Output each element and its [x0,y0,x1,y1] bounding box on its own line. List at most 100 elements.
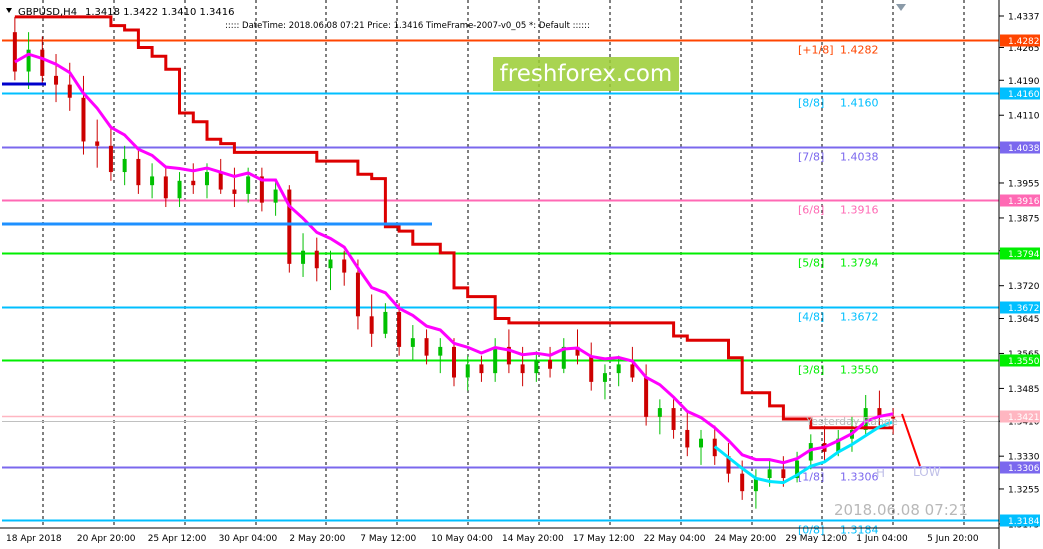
candle-body [12,32,17,72]
ohlc-label: 1.3418 1.3422 1.3410 1.3416 [85,7,235,18]
candle-body [81,97,86,142]
candle-body [122,158,127,173]
price-tick-label: 1.3645 [1008,315,1040,325]
time-tick-label: 30 Apr 04:00 [219,534,278,544]
time-tick-label: 17 May 12:00 [573,534,635,544]
current-price-label: 1.3421 [1008,413,1040,423]
candle-body [54,75,59,85]
murrey-level-value: 1.4038 [840,151,879,164]
price-axis-level-label: 1.3184 [1008,517,1040,527]
info-label: ::::: DateTime: 2018.06.08 07:21 Price: … [225,21,590,31]
candle-body [273,189,278,203]
candle-body [520,364,525,374]
price-tick-label: 1.3875 [1008,214,1040,224]
time-tick-label: 25 Apr 12:00 [148,534,207,544]
price-axis-level-label: 1.4160 [1008,90,1040,100]
price-axis-level-label: 1.3306 [1008,464,1040,474]
candle-body [342,259,347,273]
candle-body [246,176,251,194]
time-tick-label: 7 May 12:00 [360,534,416,544]
candle-body [314,250,319,269]
murrey-level-label: [3/8] [798,364,824,377]
murrey-level-label: [5/8] [798,257,824,270]
time-tick-label: 20 Apr 20:00 [77,534,136,544]
price-axis-level-label: 1.3916 [1008,197,1040,207]
candle-body [602,373,607,382]
candle-body [369,316,374,334]
candle-body [163,176,168,199]
candle-body [424,338,429,356]
price-tick-label: 1.4110 [1008,112,1040,122]
price-axis-level-label: 1.3672 [1008,304,1040,314]
time-tick-label: 2 May 20:00 [289,534,345,544]
murrey-level-value: 1.3916 [840,204,879,217]
high-ghost-label: H [876,466,885,480]
candle-body [67,84,72,98]
candle-body [136,158,141,186]
candle-body [397,311,402,347]
time-tick-label: 14 May 20:00 [502,534,564,544]
price-tick-label: 1.3255 [1008,485,1040,495]
candle-body [671,408,676,430]
price-tick-label: 1.3720 [1008,282,1040,292]
candle-body [548,360,553,369]
candle-body [685,429,690,448]
candle-body [191,180,196,186]
murrey-level-value: 1.3550 [840,364,879,377]
candle-body [301,250,306,264]
time-tick-label: 18 Apr 2018 [6,534,62,544]
candle-body [767,469,772,479]
time-tick-label: 29 May 12:00 [785,534,847,544]
price-axis-level-label: 1.4038 [1008,144,1040,154]
price-tick-label: 1.4190 [1008,77,1040,87]
murrey-level-label: [7/8] [798,151,824,164]
chart-window[interactable]: [+1/8] 1.4282 [8/8] 1.4160 [7/8] 1.4038 [6/8] 1… [0,0,1043,549]
candle-body [657,408,662,417]
candle-body [204,172,209,186]
candle-body [534,360,539,374]
yesterday-range-ghost: Yesterday Range [805,415,898,428]
candle-body [383,311,388,334]
candle-body [232,189,237,194]
murrey-level-label: [4/8] [798,311,824,324]
price-tick-label: 1.4337 [1008,13,1040,23]
datetime-stamp: 2018.06.08 07:21 [834,501,968,519]
time-tick-label: 5 Jun 20:00 [927,534,979,544]
price-tick-label: 1.3330 [1008,453,1040,463]
murrey-level-value: 1.3306 [840,471,879,484]
price-chart[interactable]: [+1/8] 1.4282 [8/8] 1.4160 [7/8] 1.4038 [6/8] 1… [0,0,1043,549]
candle-body [218,172,223,190]
candle-body [438,346,443,356]
murrey-level-label: [+1/8] [798,44,834,57]
candle-body [740,473,745,492]
candle-body [630,364,635,378]
candle-body [95,141,100,146]
price-tick-label: 1.3955 [1008,179,1040,189]
price-axis-level-label: 1.3550 [1008,357,1040,367]
candle-body [699,438,704,448]
candle-body [589,355,594,382]
time-tick-label: 22 May 04:00 [644,534,706,544]
time-tick-label: 10 May 04:00 [431,534,493,544]
symbol-label: GBPUSD,H4 [18,7,77,18]
candle-body [328,259,333,269]
murrey-level-label: [8/8] [798,97,824,110]
murrey-level-value: 1.4282 [840,44,879,57]
candle-body [410,338,415,347]
time-tick-label: 1 Jun 04:00 [856,534,908,544]
murrey-level-value: 1.3672 [840,311,879,324]
price-axis-level-label: 1.4282 [1008,37,1040,47]
candle-body [616,364,621,374]
price-axis-level-label: 1.3794 [1008,250,1040,260]
candle-body [108,145,113,173]
murrey-level-value: 1.3794 [840,257,879,270]
candle-body [355,272,360,317]
low-ghost-label: LOW [913,465,941,479]
watermark-text: freshforex.com [500,61,673,87]
candle-body [150,176,155,186]
candle-body [479,364,484,374]
candle-body [644,377,649,417]
murrey-level-label: [6/8] [798,204,824,217]
price-tick-label: 1.3485 [1008,385,1040,395]
candle-body [177,180,182,199]
